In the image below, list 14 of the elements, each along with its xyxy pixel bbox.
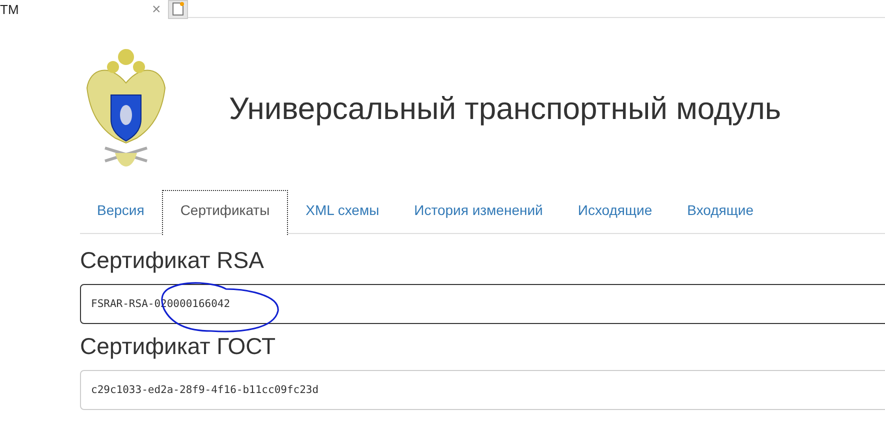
new-tab-button[interactable] (168, 0, 188, 18)
section-heading: Сертификат RSA (80, 247, 265, 274)
page-title: Универсальный транспортный модуль (229, 91, 782, 127)
section-heading: Сертификат ГОСТ (80, 333, 277, 360)
nav-tab[interactable]: Сертификаты (162, 190, 288, 235)
nav-tab[interactable]: Версия (80, 190, 162, 233)
browser-tab-title[interactable]: ТМ (0, 2, 152, 16)
nav-tab[interactable]: XML схемы (288, 190, 396, 233)
nav-tab[interactable]: Исходящие (560, 190, 670, 233)
certificate-field[interactable]: c29c1033-ed2a-28f9-4f16-b11cc09fc23d (80, 370, 885, 410)
close-icon[interactable]: × (152, 0, 168, 18)
nav-tab[interactable]: История изменений (397, 190, 560, 233)
new-tab-icon (172, 2, 184, 16)
nav-tab[interactable]: Входящие (670, 190, 771, 233)
